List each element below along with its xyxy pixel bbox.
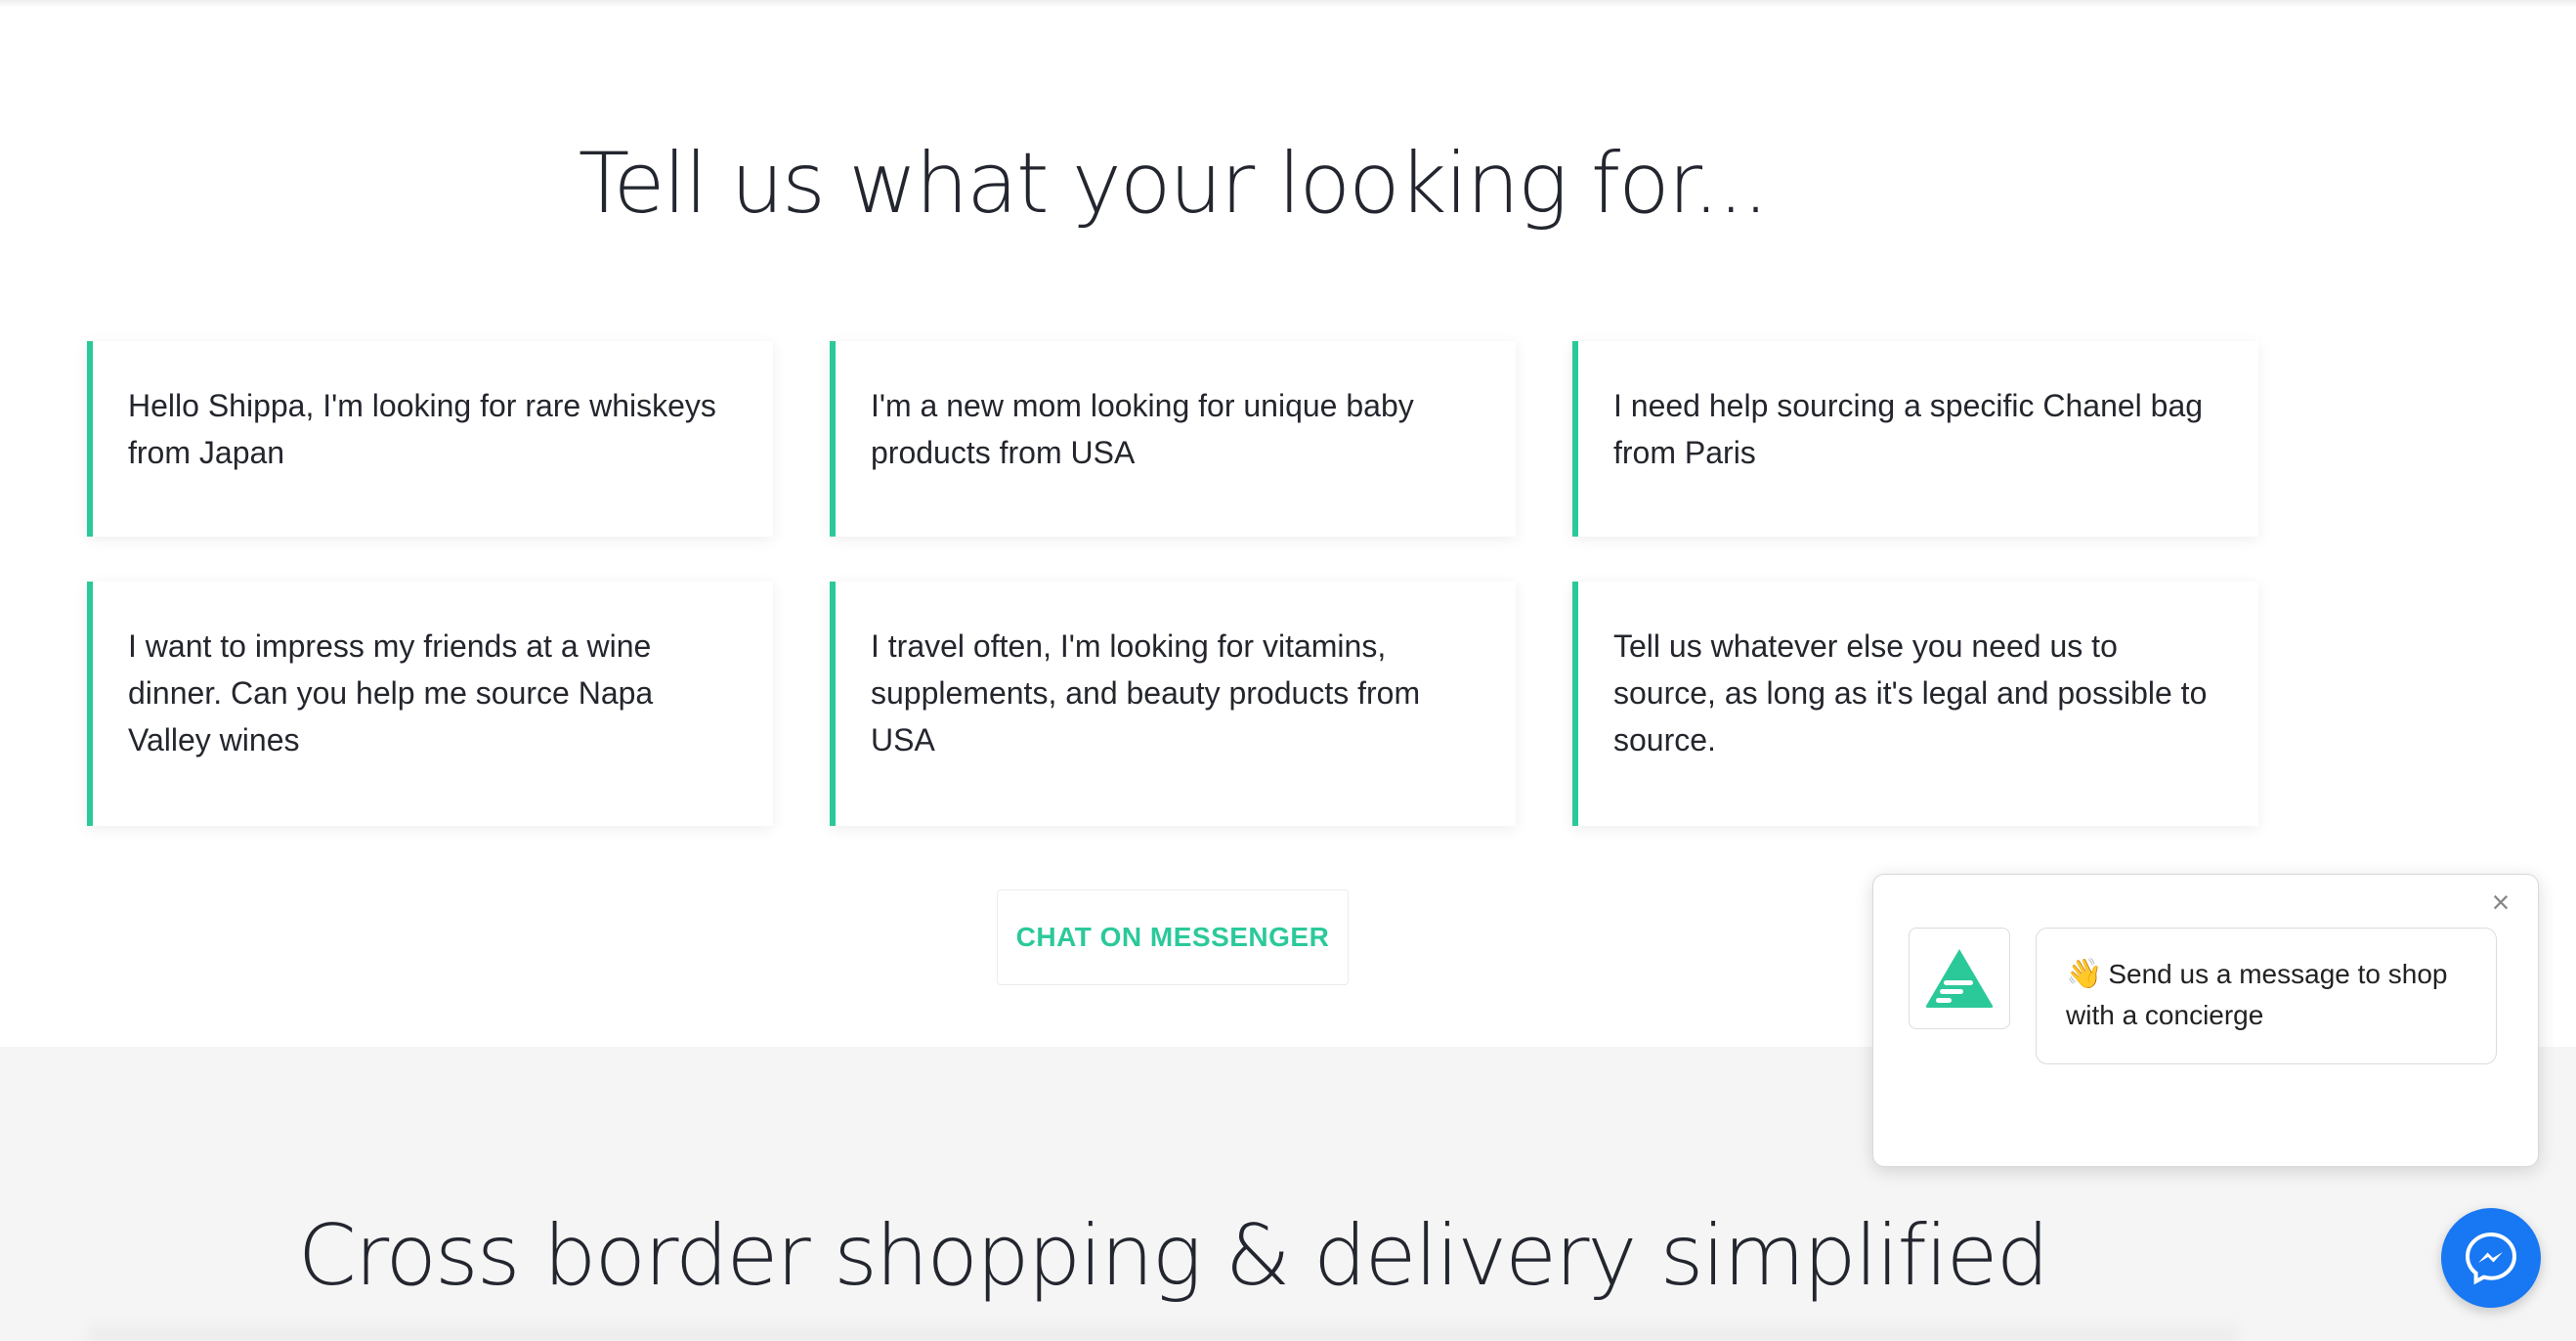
request-card-text: I need help sourcing a specific Chanel b… xyxy=(1613,388,2204,470)
chat-greeting-text: Send us a message to shop with a concier… xyxy=(2066,959,2448,1030)
section-card-shadow xyxy=(88,1319,2238,1341)
request-card-text: Tell us whatever else you need us to sou… xyxy=(1613,628,2208,757)
request-card: I'm a new mom looking for unique baby pr… xyxy=(830,341,1516,537)
page: Tell us what your looking for... Hello S… xyxy=(0,0,2576,1341)
request-card: I want to impress my friends at a wine d… xyxy=(87,582,773,826)
request-card: Hello Shippa, I'm looking for rare whisk… xyxy=(87,341,773,537)
request-card: I need help sourcing a specific Chanel b… xyxy=(1572,341,2258,537)
waving-hand-icon: 👋 xyxy=(2066,958,2103,990)
chat-greeting-popup: × 👋 Send us a message to shop with a conc… xyxy=(1872,874,2539,1167)
chat-greeting-bubble[interactable]: 👋 Send us a message to shop with a concie… xyxy=(2036,928,2497,1064)
section-title: Tell us what your looking for... xyxy=(578,135,1770,233)
request-card: Tell us whatever else you need us to sou… xyxy=(1572,582,2258,826)
close-icon[interactable]: × xyxy=(2483,885,2518,920)
messenger-icon xyxy=(2465,1232,2517,1285)
request-card-text: I'm a new mom looking for unique baby pr… xyxy=(871,388,1414,470)
request-card-text: I travel often, I'm looking for vitamins… xyxy=(871,628,1421,757)
messenger-chat-button[interactable] xyxy=(2441,1208,2541,1308)
request-cards-grid: Hello Shippa, I'm looking for rare whisk… xyxy=(87,341,2258,826)
shippa-logo-icon xyxy=(1909,928,2010,1029)
header-shadow xyxy=(0,0,2576,8)
request-card: I travel often, I'm looking for vitamins… xyxy=(830,582,1516,826)
features-section-title: Cross border shopping & delivery simplif… xyxy=(297,1207,2049,1305)
request-card-text: Hello Shippa, I'm looking for rare whisk… xyxy=(128,388,716,470)
shippa-logo-icon-svg xyxy=(1925,949,1994,1008)
request-card-text: I want to impress my friends at a wine d… xyxy=(128,628,654,757)
chat-on-messenger-button[interactable]: CHAT ON MESSENGER xyxy=(997,889,1349,985)
